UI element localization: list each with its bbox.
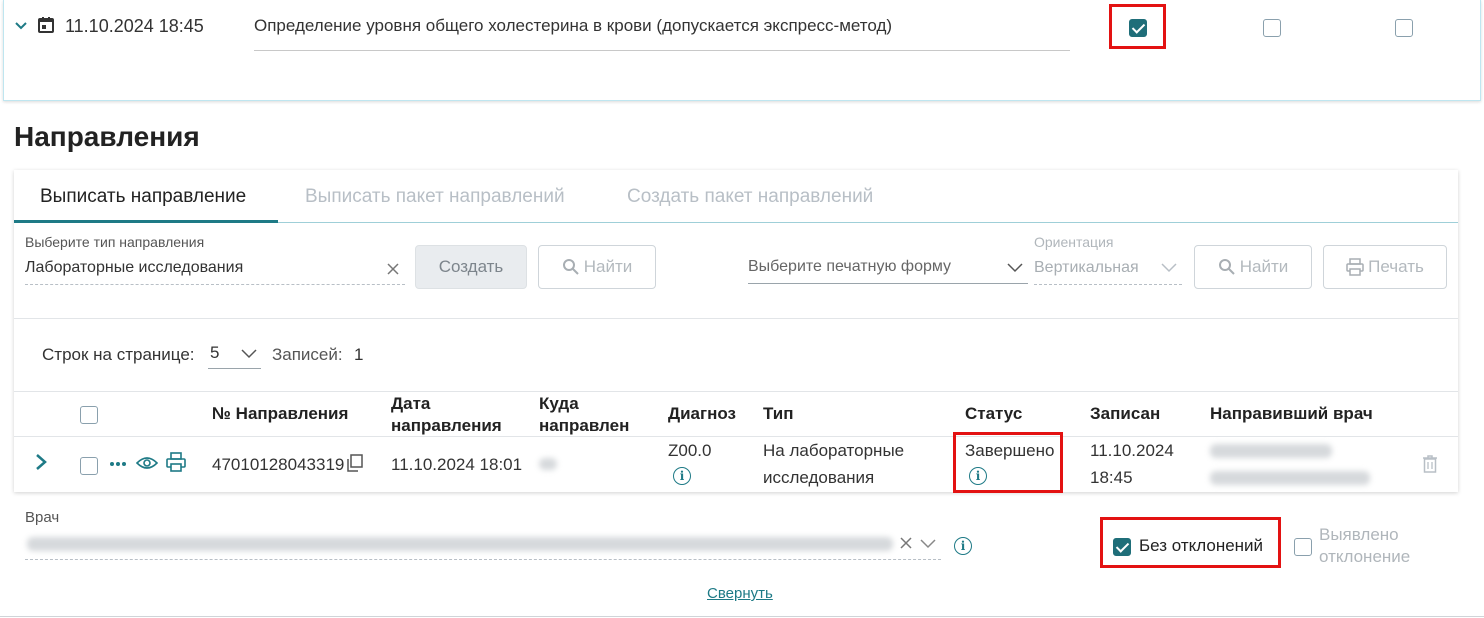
header-date-line1[interactable]: Дата xyxy=(391,393,430,415)
header-status[interactable]: Статус xyxy=(965,403,1022,425)
rows-per-page-label: Строк на странице: xyxy=(42,345,195,364)
find-button-label: Найти xyxy=(583,257,633,276)
print-form-underline xyxy=(748,283,1028,284)
doctor-label: Врач xyxy=(25,509,60,526)
row-checkbox[interactable] xyxy=(80,457,98,475)
section-title: Направления xyxy=(14,121,200,152)
service-name-underline xyxy=(254,50,1070,51)
direction-type-underline xyxy=(25,284,405,285)
orientation-label: Ориентация xyxy=(1034,234,1114,250)
highlight-box xyxy=(1100,517,1281,568)
row-recorded-date: 11.10.2024 xyxy=(1090,441,1174,460)
bottom-divider xyxy=(0,616,1484,617)
header-type[interactable]: Тип xyxy=(763,403,793,425)
row-destination-redacted xyxy=(539,458,557,470)
chevron-down-icon[interactable] xyxy=(240,348,258,360)
clear-icon[interactable] xyxy=(899,536,913,550)
header-where-line1[interactable]: Куда xyxy=(539,393,579,415)
row-doctor-redacted xyxy=(1210,444,1332,458)
clear-icon[interactable] xyxy=(386,262,400,276)
collapse-link[interactable]: Свернуть xyxy=(707,585,773,602)
highlight-box xyxy=(953,432,1063,493)
eye-icon[interactable] xyxy=(136,455,158,471)
doctor-underline xyxy=(25,559,941,560)
chevron-down-icon[interactable] xyxy=(13,18,29,34)
create-button[interactable]: Создать xyxy=(415,245,527,289)
row-type-line1: На лабораторные xyxy=(763,441,905,460)
more-icon[interactable] xyxy=(109,461,127,467)
printer-icon[interactable] xyxy=(166,452,186,472)
deviation-checkbox[interactable] xyxy=(1294,538,1312,556)
highlight-box xyxy=(1109,4,1166,49)
row-diagnosis: Z00.0 xyxy=(668,441,712,460)
service-name: Определение уровня общего холестерина в … xyxy=(254,16,893,35)
chevron-down-icon[interactable] xyxy=(919,538,937,550)
header-diagnosis[interactable]: Диагноз xyxy=(668,403,736,425)
service-checkbox-3[interactable] xyxy=(1395,19,1413,37)
header-where-line2[interactable]: направлен xyxy=(539,415,629,437)
copy-icon[interactable] xyxy=(346,454,364,472)
form-divider xyxy=(14,318,1458,319)
row-type-line2: исследования xyxy=(763,468,875,487)
row-date: 11.10.2024 18:01 xyxy=(391,455,523,474)
table-header-line xyxy=(14,436,1458,437)
print-button-label: Печать xyxy=(1368,257,1424,276)
trash-icon[interactable] xyxy=(1421,454,1439,474)
deviation-label-line2[interactable]: отклонение xyxy=(1319,546,1410,568)
search-icon xyxy=(562,259,579,275)
deviation-label-line1[interactable]: Выявлено xyxy=(1319,524,1399,546)
search-icon xyxy=(1218,259,1235,275)
records-label: Записей: xyxy=(272,345,343,364)
header-doctor[interactable]: Направивший врач xyxy=(1210,403,1373,425)
chevron-down-icon[interactable] xyxy=(1006,262,1024,274)
create-button-label: Создать xyxy=(438,257,504,276)
printer-icon xyxy=(1346,258,1364,276)
info-icon[interactable]: i xyxy=(673,467,691,485)
find-button-2-label: Найти xyxy=(1239,257,1289,276)
table-top-line xyxy=(14,391,1458,392)
service-date: 11.10.2024 18:45 xyxy=(65,16,204,36)
header-date-line2[interactable]: направления xyxy=(391,415,502,437)
chevron-down-icon[interactable] xyxy=(1160,262,1178,274)
calendar-icon xyxy=(38,17,54,33)
rows-per-page-underline xyxy=(208,368,261,369)
service-checkbox-2[interactable] xyxy=(1263,19,1281,37)
doctor-value-redacted[interactable] xyxy=(27,537,893,551)
tab-write-direction[interactable]: Выписать направление xyxy=(40,186,246,208)
rows-per-page-value[interactable]: 5 xyxy=(210,343,219,363)
tab-write-package[interactable]: Выписать пакет направлений xyxy=(305,186,565,208)
row-recorded-time: 18:45 xyxy=(1090,468,1133,487)
find-button[interactable]: Найти xyxy=(538,245,656,289)
header-recorded[interactable]: Записан xyxy=(1090,403,1160,425)
info-icon[interactable]: i xyxy=(954,537,972,555)
tab-create-package[interactable]: Создать пакет направлений xyxy=(627,186,873,208)
orientation-underline xyxy=(1034,284,1182,285)
direction-type-label: Выберите тип направления xyxy=(25,234,205,250)
print-button[interactable]: Печать xyxy=(1323,245,1447,289)
find-button-2[interactable]: Найти xyxy=(1194,245,1312,289)
header-number[interactable]: № Направления xyxy=(212,403,348,425)
records-count: 1 xyxy=(354,345,364,364)
print-form-select[interactable]: Выберите печатную форму xyxy=(748,258,951,276)
row-number: 47010128043319 xyxy=(212,455,345,474)
orientation-select[interactable]: Вертикальная xyxy=(1034,259,1139,277)
direction-type-select[interactable]: Лабораторные исследования xyxy=(25,259,243,277)
active-tab-indicator xyxy=(14,220,278,223)
expand-row-icon[interactable] xyxy=(33,452,49,472)
select-all-checkbox[interactable] xyxy=(80,406,98,424)
row-doctor-redacted xyxy=(1210,471,1370,485)
